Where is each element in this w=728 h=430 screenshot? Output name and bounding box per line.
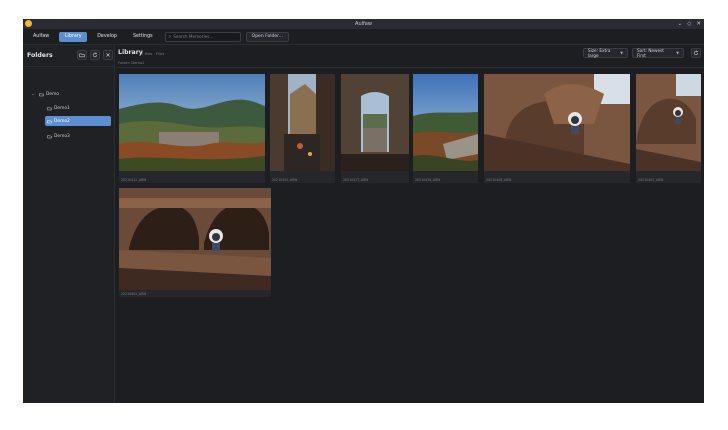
folder-icon: [79, 53, 85, 58]
maximize-icon[interactable]: ◇: [687, 19, 691, 29]
image-thumbnail[interactable]: 20210412_ARW: [119, 74, 265, 183]
photo-preview: [270, 74, 335, 171]
chevron-down-icon[interactable]: ⌄: [31, 92, 39, 97]
image-thumbnail[interactable]: 20210417_ARW: [341, 74, 409, 183]
folder-icon: [47, 106, 52, 110]
image-thumbnail[interactable]: 20210420_ARW: [270, 74, 335, 183]
library-panel: Library 7 files · Files Folder: Demo2 Si…: [116, 45, 704, 403]
photo-preview: [413, 74, 478, 171]
app-icon: [25, 20, 32, 27]
top-toolbar: Aulfaw Library Develop Settings ⌕ Open F…: [23, 29, 704, 45]
tree-item-label: Demo2: [54, 118, 70, 124]
photo-preview: [119, 188, 271, 290]
tab-settings[interactable]: Settings: [127, 32, 159, 42]
photo-preview: [119, 74, 265, 171]
refresh-icon: [92, 52, 98, 58]
app-window: Aulfaw ⌄ ◇ ✕ Aulfaw Library Develop Sett…: [23, 19, 704, 403]
search-icon: ⌕: [168, 34, 172, 40]
add-folder-button[interactable]: [77, 50, 87, 60]
close-icon[interactable]: ✕: [696, 19, 701, 29]
image-filename: 20210402_ARW: [121, 292, 147, 296]
folder-icon: [47, 119, 52, 123]
image-thumbnail[interactable]: 20210408_ARW: [484, 74, 630, 183]
folder-icon: [47, 134, 52, 138]
image-thumbnail[interactable]: 20210418_ARW: [413, 74, 478, 183]
app-name-button[interactable]: Aulfaw: [27, 32, 55, 42]
image-filename: 20210418_ARW: [415, 178, 441, 182]
window-title: Aulfaw: [355, 21, 372, 27]
image-thumbnail[interactable]: 20210405_ARW: [636, 74, 701, 183]
sidebar-header: Folders: [27, 49, 113, 61]
sidebar-title: Folders: [27, 51, 53, 59]
photo-preview: [484, 74, 630, 171]
tree-item-label: Demo: [46, 91, 60, 97]
tree-item-demo2[interactable]: Demo2: [45, 116, 111, 126]
tree-item-label: Demo3: [54, 133, 70, 139]
tree-item-label: Demo1: [54, 105, 70, 111]
window-controls: ⌄ ◇ ✕: [678, 19, 701, 29]
image-filename: 20210420_ARW: [272, 178, 298, 182]
tree-item-root[interactable]: ⌄ Demo: [31, 89, 101, 99]
tab-library[interactable]: Library: [59, 31, 88, 42]
folders-sidebar: Folders ⌄ Demo Demo1 Demo2 Demo3: [23, 45, 115, 403]
search-box[interactable]: ⌕: [164, 31, 241, 42]
photo-preview: [341, 74, 409, 171]
image-filename: 20210417_ARW: [343, 178, 369, 182]
search-input[interactable]: [173, 34, 240, 39]
close-folder-button[interactable]: [103, 50, 113, 60]
open-folder-button[interactable]: Open Folder...: [245, 31, 289, 42]
tab-develop[interactable]: Develop: [91, 32, 123, 42]
close-icon: [106, 53, 110, 57]
image-filename: 20210408_ARW: [486, 178, 512, 182]
sidebar-divider: [23, 66, 115, 67]
image-grid: 20210412_ARW 20210420_ARW 20210417_ARW 2…: [116, 45, 704, 403]
refresh-folders-button[interactable]: [90, 50, 100, 60]
image-filename: 20210412_ARW: [121, 178, 147, 182]
tree-item-demo1[interactable]: Demo1: [45, 103, 111, 113]
tree-item-demo3[interactable]: Demo3: [45, 131, 111, 141]
title-bar: Aulfaw ⌄ ◇ ✕: [23, 19, 704, 29]
photo-preview: [636, 74, 701, 171]
image-filename: 20210405_ARW: [638, 178, 664, 182]
image-thumbnail[interactable]: 20210402_ARW: [119, 188, 271, 297]
minimize-icon[interactable]: ⌄: [678, 19, 683, 29]
folder-open-icon: [39, 92, 44, 96]
